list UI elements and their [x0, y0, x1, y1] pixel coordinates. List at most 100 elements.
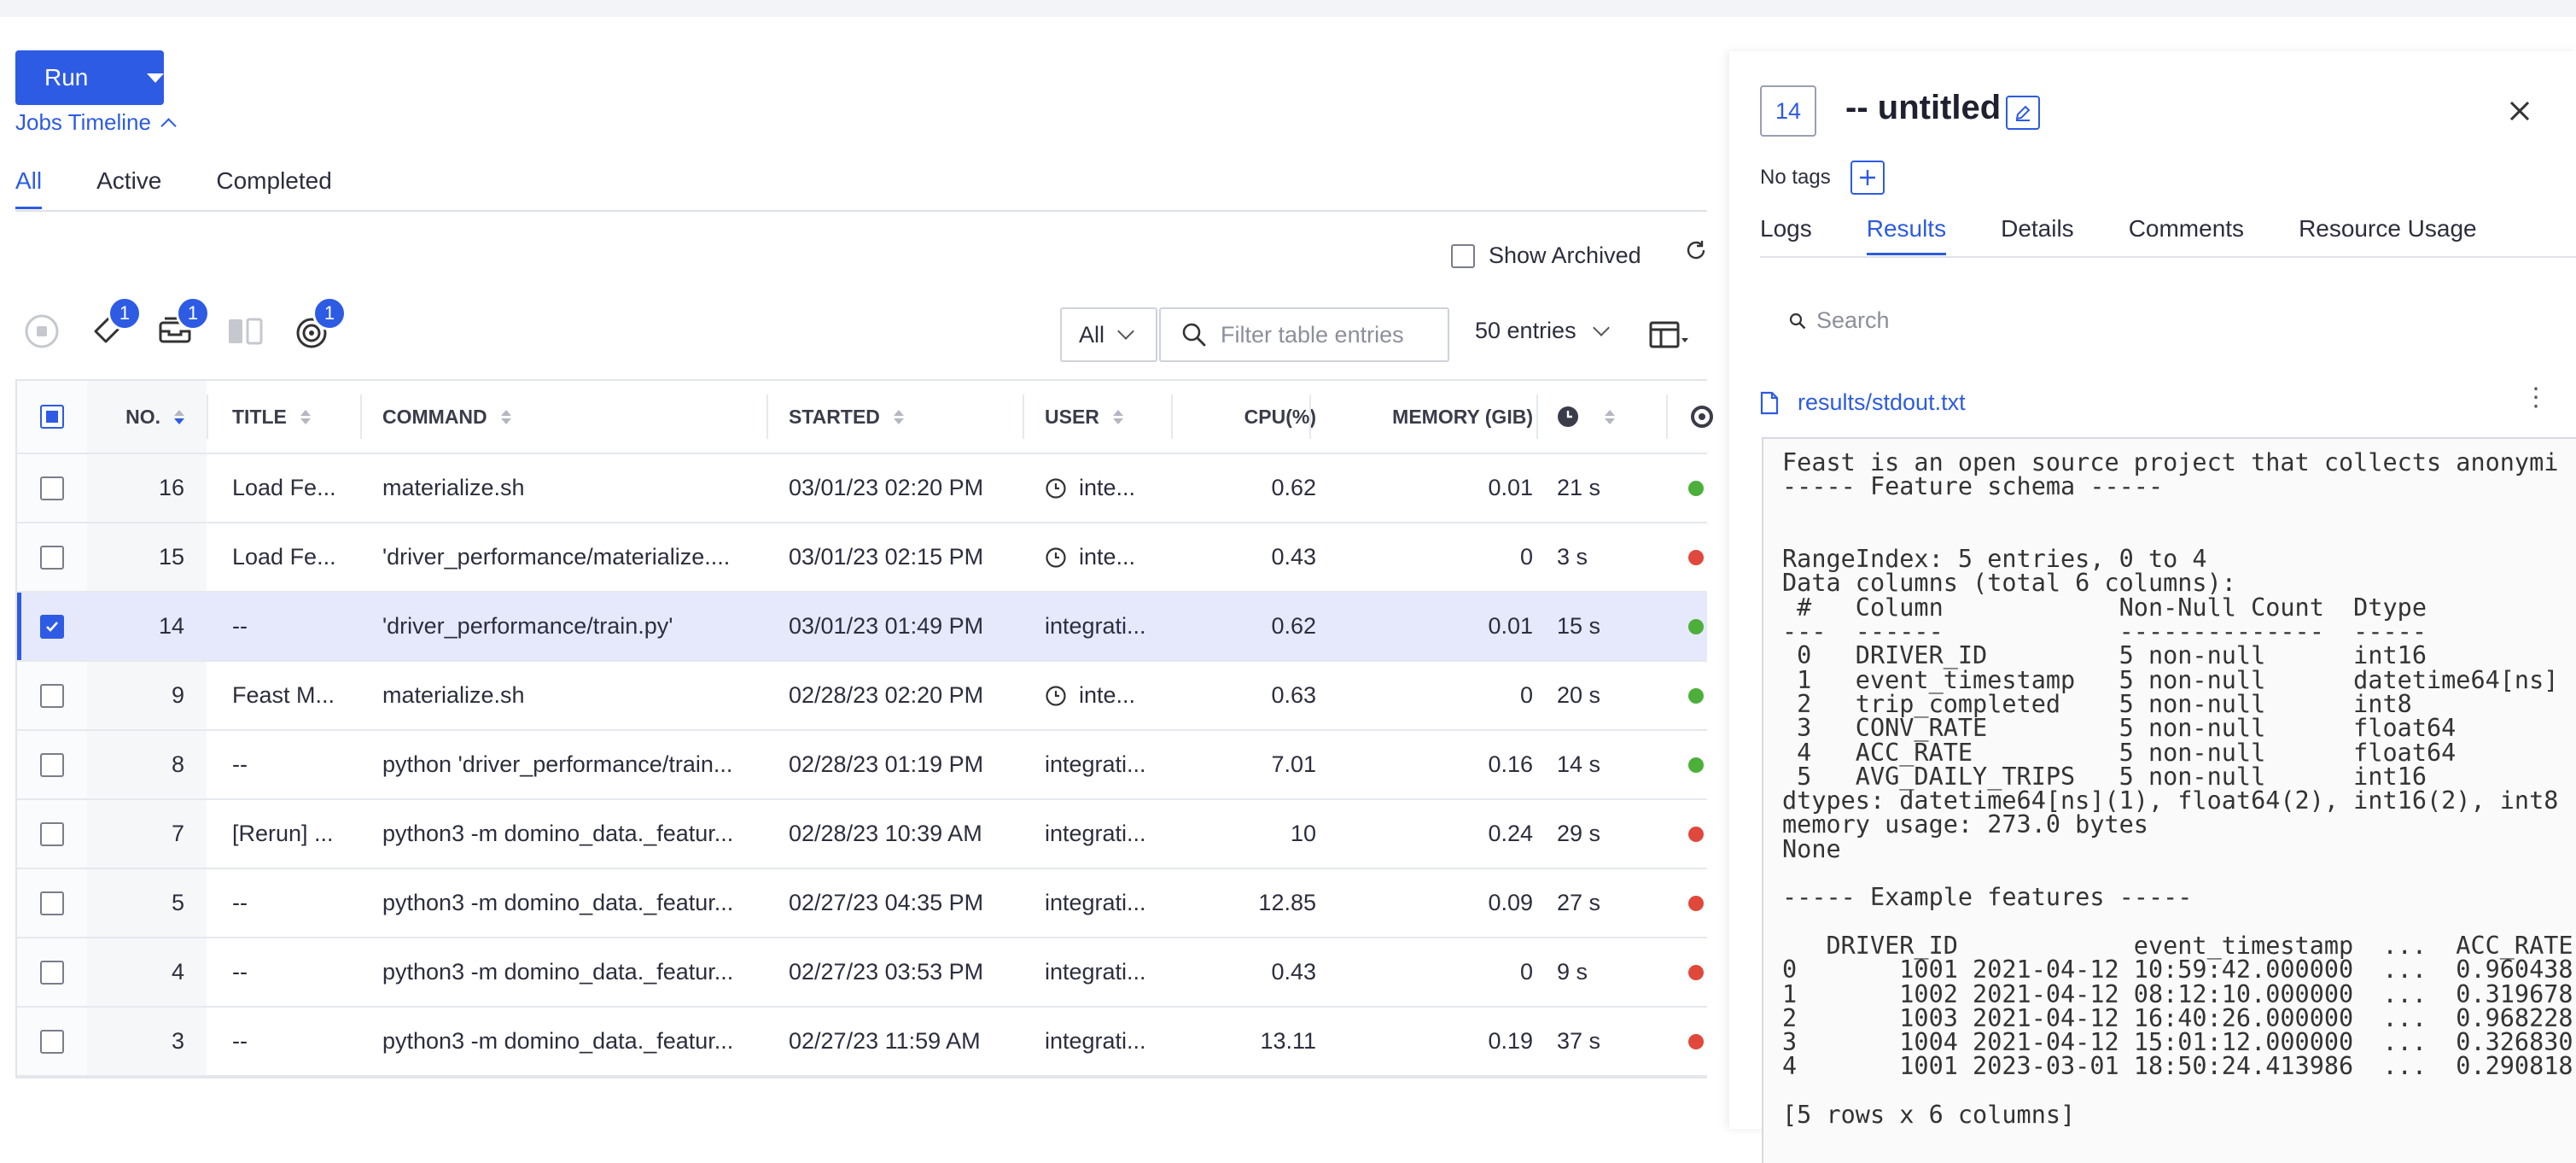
- row-select-cell[interactable]: [17, 523, 87, 591]
- header-command[interactable]: COMMAND: [382, 381, 758, 453]
- row-checkbox[interactable]: [40, 614, 64, 639]
- table-row[interactable]: 5 -- python3 -m domino_data._featur... 02/2…: [17, 869, 1707, 938]
- row-user: integrati...: [1045, 869, 1173, 937]
- results-search-input[interactable]: Search: [1789, 307, 1890, 334]
- table-row[interactable]: 8 -- python 'driver_performance/train... 02…: [17, 731, 1707, 800]
- tab-comments[interactable]: Comments: [2129, 215, 2244, 255]
- row-status: [1688, 662, 1714, 729]
- stop-icon[interactable]: [20, 307, 63, 350]
- more-options-icon[interactable]: ⋮: [2523, 383, 2549, 412]
- header-started[interactable]: STARTED: [789, 381, 1019, 453]
- row-select-cell[interactable]: [17, 662, 87, 729]
- row-command[interactable]: python3 -m domino_data._featur...: [382, 938, 758, 1006]
- tab-completed[interactable]: Completed: [216, 167, 331, 209]
- detail-tabs: Logs Results Details Comments Resource U…: [1760, 215, 2532, 255]
- row-checkbox[interactable]: [40, 1029, 64, 1054]
- header-title[interactable]: TITLE: [232, 381, 377, 453]
- compare-icon[interactable]: [224, 307, 266, 350]
- row-select-cell[interactable]: [17, 938, 87, 1006]
- row-checkbox[interactable]: [40, 821, 64, 846]
- row-checkbox[interactable]: [40, 476, 64, 500]
- row-title[interactable]: --: [232, 1008, 343, 1075]
- row-command[interactable]: python3 -m domino_data._featur...: [382, 869, 758, 937]
- row-command[interactable]: materialize.sh: [382, 662, 758, 729]
- row-select-cell[interactable]: [17, 869, 87, 937]
- row-duration: 15 s: [1557, 613, 1601, 639]
- row-command[interactable]: materialize.sh: [382, 454, 758, 522]
- table-row[interactable]: 14 -- 'driver_performance/train.py' 03/01/2…: [17, 593, 1707, 662]
- detail-tabs-divider: [1760, 256, 2576, 258]
- table-row[interactable]: 9 Feast M... materialize.sh 02/28/23 02:20 …: [17, 662, 1707, 731]
- filter-table-input[interactable]: Filter table entries: [1159, 307, 1449, 362]
- table-row[interactable]: 15 Load Fe... 'driver_performance/material…: [17, 523, 1707, 593]
- run-button[interactable]: Run: [15, 50, 164, 105]
- select-all-checkbox[interactable]: [40, 405, 64, 429]
- row-command[interactable]: python3 -m domino_data._featur...: [382, 1008, 758, 1075]
- entries-per-page-select[interactable]: 50 entries: [1475, 318, 1610, 344]
- row-status: [1688, 523, 1714, 591]
- row-user-name: inte...: [1079, 544, 1136, 570]
- header-duration[interactable]: [1557, 381, 1642, 453]
- tab-logs[interactable]: Logs: [1760, 215, 1812, 255]
- status-dot: [1688, 895, 1704, 911]
- table-row[interactable]: 16 Load Fe... materialize.sh 03/01/23 02:20…: [17, 454, 1707, 523]
- row-checkbox[interactable]: [40, 891, 64, 915]
- column-picker-icon[interactable]: [1649, 319, 1690, 350]
- tab-details[interactable]: Details: [2001, 215, 2074, 255]
- row-title[interactable]: [Rerun] ...: [232, 800, 343, 868]
- run-dropdown-caret-icon[interactable]: [147, 73, 164, 83]
- row-title[interactable]: Feast M...: [232, 662, 343, 729]
- edit-title-button[interactable]: [2006, 96, 2040, 130]
- row-user-name: integrati...: [1045, 959, 1146, 985]
- row-title[interactable]: --: [232, 938, 343, 1006]
- show-archived-checkbox[interactable]: [1451, 243, 1475, 268]
- job-number-badge: 14: [1760, 85, 1816, 137]
- sort-icon: [500, 409, 511, 424]
- select-all-cell[interactable]: [17, 381, 87, 453]
- show-archived-toggle[interactable]: Show Archived: [1451, 243, 1641, 269]
- tab-all[interactable]: All: [15, 167, 43, 209]
- row-duration: 20 s: [1557, 682, 1601, 708]
- tab-resource-usage[interactable]: Resource Usage: [2299, 215, 2477, 255]
- refresh-icon[interactable]: [1685, 239, 1707, 261]
- header-user[interactable]: USER: [1045, 381, 1173, 453]
- row-checkbox[interactable]: [40, 752, 64, 777]
- row-command[interactable]: python 'driver_performance/train...: [382, 731, 758, 798]
- result-file-link[interactable]: results/stdout.txt: [1760, 389, 1966, 416]
- row-command[interactable]: 'driver_performance/train.py': [382, 593, 758, 660]
- row-command[interactable]: python3 -m domino_data._featur...: [382, 800, 758, 868]
- row-number-value: 5: [171, 890, 184, 915]
- table-row[interactable]: 4 -- python3 -m domino_data._featur... 02/2…: [17, 938, 1707, 1008]
- header-no[interactable]: NO.: [87, 381, 207, 453]
- table-row[interactable]: 3 -- python3 -m domino_data._featur... 02/2…: [17, 1008, 1707, 1077]
- row-select-cell[interactable]: [17, 454, 87, 522]
- row-title[interactable]: Load Fe...: [232, 523, 343, 591]
- row-title[interactable]: Load Fe...: [232, 454, 343, 522]
- row-select-cell[interactable]: [17, 731, 87, 798]
- jobs-timeline-toggle[interactable]: Jobs Timeline: [15, 109, 177, 136]
- row-select-cell[interactable]: [17, 1008, 87, 1075]
- row-select-cell[interactable]: [17, 593, 87, 660]
- row-select-cell[interactable]: [17, 800, 87, 868]
- row-title[interactable]: --: [232, 731, 343, 798]
- row-checkbox[interactable]: [40, 960, 64, 985]
- header-cpu[interactable]: CPU(%): [1173, 381, 1316, 453]
- close-icon[interactable]: [2504, 96, 2535, 126]
- tab-active[interactable]: Active: [96, 167, 161, 209]
- status-dot: [1688, 826, 1704, 842]
- header-cpu-label: CPU(%): [1244, 405, 1316, 428]
- add-tag-button[interactable]: [1850, 161, 1885, 195]
- row-checkbox[interactable]: [40, 545, 64, 570]
- header-status[interactable]: [1688, 381, 1714, 453]
- row-title[interactable]: --: [232, 593, 343, 660]
- header-memory[interactable]: MEMORY (GIB): [1314, 381, 1533, 453]
- table-row[interactable]: 7 [Rerun] ... python3 -m domino_data._feat…: [17, 800, 1707, 869]
- row-command[interactable]: 'driver_performance/materialize....: [382, 523, 758, 591]
- tab-results[interactable]: Results: [1866, 215, 1947, 255]
- row-status: [1688, 869, 1714, 937]
- filter-scope-select[interactable]: All: [1060, 307, 1157, 362]
- row-title[interactable]: --: [232, 869, 343, 937]
- row-checkbox[interactable]: [40, 683, 64, 708]
- row-user-name: integrati...: [1045, 613, 1146, 639]
- status-dot: [1688, 480, 1704, 496]
